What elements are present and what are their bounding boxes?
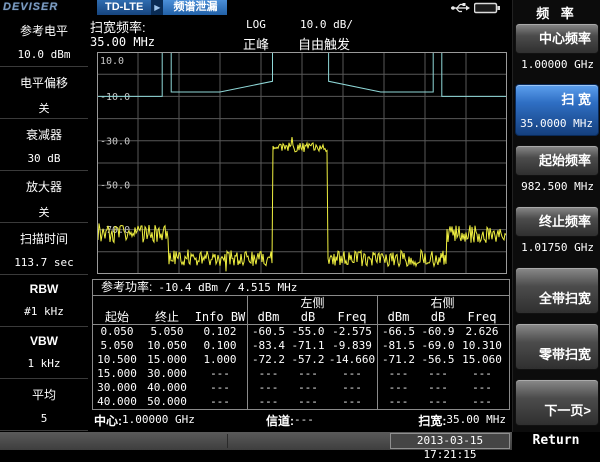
svg-text:-50.0: -50.0 (100, 181, 130, 192)
left-sidebar-item: 平均 5 (0, 379, 88, 431)
col-right-db: dB (419, 310, 457, 324)
left-sidebar-item-label: 电平偏移 (0, 67, 88, 91)
tab-bar: TD-LTE ▶ 频谱泄漏 (97, 0, 227, 15)
trigger-mode: 自由触发 (298, 34, 350, 53)
col-infobw: Info BW (193, 310, 247, 324)
left-sidebar-item-label: 放大器 (0, 171, 88, 195)
ref-power-row: 参考功率: -10.4 dBm / 4.515 MHz (93, 280, 509, 296)
softkey-button-label[interactable]: 起始频率 (515, 145, 599, 176)
left-sidebar-item-value: 30 dB (0, 143, 88, 165)
col-left-freq: Freq (327, 310, 377, 324)
softkey-button-value: 35.0000 MHz (516, 113, 598, 135)
softkey-button-label[interactable]: 下一页> (515, 379, 599, 426)
softkey-button-label[interactable]: 零带扫宽 (515, 323, 599, 370)
left-sidebar-item-value: 关 (0, 91, 88, 116)
return-button[interactable]: Return (512, 432, 600, 450)
right-sidebar: 频 率 中心频率 1.00000 GHz 扫 宽 35.0000 MHz 起始频… (512, 0, 600, 450)
measurement-box: 参考功率: -10.4 dBm / 4.515 MHz 左侧 右侧 起始 终止 … (92, 279, 510, 410)
col-right-dbm: dBm (377, 310, 419, 324)
softkey-button[interactable]: 中心频率 1.00000 GHz (515, 23, 599, 75)
col-right-freq: Freq (457, 310, 507, 324)
left-sidebar-item: 衰减器 30 dB (0, 119, 88, 171)
scale-value: 10.0 dB/ (300, 18, 353, 31)
col-start: 起始 (93, 310, 141, 324)
group-left: 左侧 (247, 296, 377, 310)
left-sidebar-item-value: 113.7 sec (0, 247, 88, 269)
left-sidebar-item-label: VBW (0, 327, 88, 348)
tab-screen-active[interactable]: 频谱泄漏 (163, 0, 227, 15)
left-sidebar-item-label: 扫描时间 (0, 223, 88, 247)
left-sidebar-item-value: 10.0 dBm (0, 39, 88, 61)
tab-mode[interactable]: TD-LTE (97, 0, 151, 15)
left-sidebar-item-label: 平均 (0, 379, 88, 403)
channel-readout: --- (294, 412, 314, 429)
left-sidebar-item: 扫描时间 113.7 sec (0, 223, 88, 275)
group-right: 右侧 (377, 296, 507, 310)
softkey-button[interactable]: 扫 宽 35.0000 MHz (515, 84, 599, 136)
softkey-button[interactable]: 下一页> (515, 379, 599, 426)
table-header: 起始 终止 Info BW dBm dB Freq dBm dB Freq (93, 310, 509, 325)
left-sidebar-item: RBW #1 kHz (0, 275, 88, 327)
left-sidebar-item-label: RBW (0, 275, 88, 296)
softkey-button[interactable]: 零带扫宽 (515, 323, 599, 370)
left-sidebar-item-value: 关 (0, 195, 88, 220)
ref-power-value: -10.4 dBm / 4.515 MHz (158, 280, 297, 295)
svg-text:-10.0: -10.0 (100, 92, 130, 103)
left-sidebar-item-label: 参考电平 (0, 15, 88, 39)
col-left-dbm: dBm (247, 310, 289, 324)
left-sidebar-item-value: #1 kHz (0, 296, 88, 318)
softkey-button-label[interactable]: 中心频率 (515, 23, 599, 54)
softkey-button[interactable]: 全带扫宽 (515, 267, 599, 314)
datetime-display: 2013-03-15 17:21:15 (390, 433, 510, 449)
left-sidebar-item-value: 5 (0, 403, 88, 425)
table-body: 0.050 5.050 0.102 -60.5 -55.0 -2.575 -66… (93, 325, 509, 409)
left-sidebar-item-value: 1 kHz (0, 348, 88, 370)
svg-text:10.0: 10.0 (100, 56, 124, 67)
ref-power-label: 参考功率: (101, 280, 152, 295)
span-freq-label: 扫宽频率: (90, 17, 146, 36)
left-sidebar-item: 电平偏移 关 (0, 67, 88, 119)
span-label: 扫宽: (418, 412, 446, 429)
main-area: 扫宽频率: 35.00 MHz LOG 10.0 dB/ 正峰 自由触发 10.… (88, 15, 512, 432)
col-left-db: dB (289, 310, 327, 324)
softkey-button-label[interactable]: 全带扫宽 (515, 267, 599, 314)
brand-logo: DEVISER (3, 1, 58, 13)
softkey-button-label[interactable]: 扫 宽 (516, 85, 598, 113)
top-bar: DEVISER TD-LTE ▶ 频谱泄漏 (0, 0, 512, 15)
table-group-header: 左侧 右侧 (93, 296, 509, 310)
softkey-button-label[interactable]: 终止频率 (515, 206, 599, 237)
scale-type: LOG (246, 18, 266, 31)
softkey-button-value: 1.00000 GHz (515, 54, 599, 75)
center-freq-readout: 1.00000 GHz (122, 412, 195, 429)
center-freq-label: 中心: (94, 412, 122, 429)
spectrum-plot: 10.0-10.0-30.0-50.0-70.0 (97, 52, 507, 274)
col-stop: 终止 (141, 310, 193, 324)
bottom-info-bar: 中心: 1.00000 GHz 信道: --- 扫宽: 35.00 MHz (88, 411, 512, 429)
softkey-menu-title: 频 率 (513, 0, 600, 23)
left-sidebar-item-label: 衰减器 (0, 119, 88, 143)
svg-text:-30.0: -30.0 (100, 136, 130, 147)
left-sidebar-item: 放大器 关 (0, 171, 88, 223)
channel-label: 信道: (266, 412, 294, 429)
left-sidebar: 参考电平 10.0 dBm 电平偏移 关 衰减器 30 dB 放大器 关 扫描时… (0, 15, 88, 432)
status-divider (227, 434, 228, 448)
softkey-list: 中心频率 1.00000 GHz 扫 宽 35.0000 MHz 起始频率 98… (513, 23, 600, 426)
softkey-button[interactable]: 终止频率 1.01750 GHz (515, 206, 599, 258)
left-sidebar-item: VBW 1 kHz (0, 327, 88, 379)
left-sidebar-item: 参考电平 10.0 dBm (0, 15, 88, 67)
softkey-button-value: 1.01750 GHz (515, 237, 599, 258)
detector-mode: 正峰 (243, 34, 269, 53)
tab-separator-icon: ▶ (151, 0, 163, 15)
softkey-button-value: 982.500 MHz (515, 176, 599, 197)
span-freq-value: 35.00 MHz (90, 35, 155, 49)
softkey-button[interactable]: 起始频率 982.500 MHz (515, 145, 599, 197)
group-blank (93, 296, 247, 310)
span-readout: 35.00 MHz (446, 412, 506, 429)
status-bar: 2013-03-15 17:21:15 (0, 432, 512, 450)
